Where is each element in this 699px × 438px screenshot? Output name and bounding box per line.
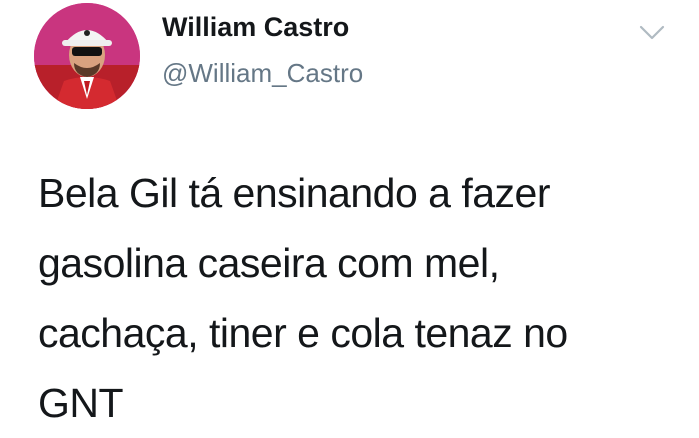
- tweet-text-line: GNT: [38, 380, 124, 426]
- author-display-name[interactable]: William Castro: [162, 12, 349, 43]
- avatar[interactable]: [34, 3, 140, 109]
- chevron-down-icon[interactable]: [638, 24, 666, 42]
- tweet-text: Bela Gil tá ensinando a fazer gasolina c…: [38, 158, 678, 438]
- tweet-text-line: cachaça, tiner e cola tenaz no: [38, 310, 568, 356]
- tweet-text-line: Bela Gil tá ensinando a fazer: [38, 170, 551, 216]
- profile-photo-icon: [34, 3, 140, 109]
- tweet-text-line: gasolina caseira com mel,: [38, 240, 500, 286]
- tweet-card: William Castro @William_Castro Bela Gil …: [0, 0, 699, 426]
- author-handle[interactable]: @William_Castro: [162, 58, 363, 89]
